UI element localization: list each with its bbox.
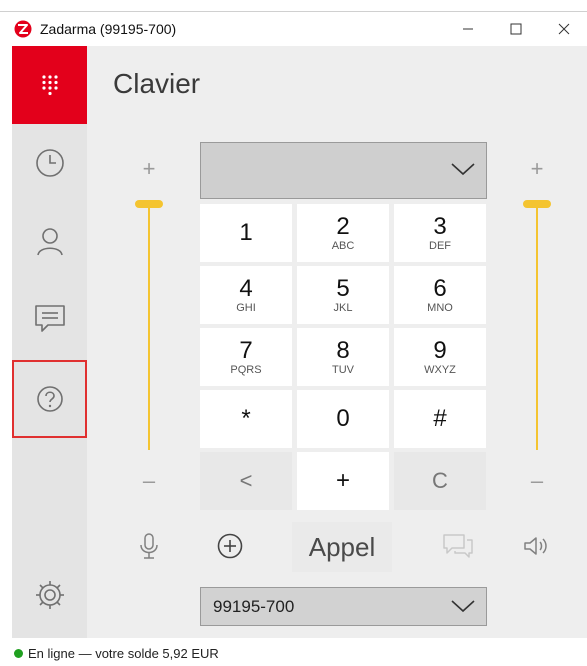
message-button[interactable]: [438, 526, 478, 566]
plus-key[interactable]: +: [297, 452, 389, 510]
chat-bubbles-icon: [443, 534, 473, 558]
microphone-button[interactable]: [129, 526, 169, 566]
key-digit: 8: [336, 336, 350, 364]
minimize-button[interactable]: [445, 12, 491, 46]
sidebar-item-settings[interactable]: [12, 556, 87, 634]
key-digit: 1: [239, 219, 253, 246]
key-0[interactable]: 0: [297, 390, 389, 448]
key-digit: *: [241, 405, 251, 432]
key-digit: 7: [239, 336, 253, 364]
sidebar-item-contacts[interactable]: [12, 202, 87, 280]
key-letters: TUV: [332, 363, 354, 376]
maximize-button[interactable]: [493, 12, 539, 46]
key-star[interactable]: *: [200, 390, 292, 448]
speaker-button[interactable]: [517, 526, 557, 566]
sidebar-item-keypad[interactable]: [12, 46, 87, 124]
key-2[interactable]: 2 ABC: [297, 204, 389, 262]
keypad-icon: [41, 75, 58, 96]
add-call-button[interactable]: [210, 526, 250, 566]
key-digit: 9: [433, 336, 447, 364]
person-icon: [36, 228, 63, 256]
key-digit: 6: [433, 274, 447, 302]
app-window: Clavier + – + – 1 2 ABC 3 DEF 4 GHI 5 JKL 6M…: [12, 46, 587, 638]
caller-id-value: 99195-700: [213, 597, 295, 616]
sidebar-item-messages[interactable]: [12, 280, 87, 358]
key-letters: ABC: [331, 239, 355, 252]
clear-button[interactable]: C: [394, 452, 486, 510]
maximize-icon: [510, 23, 522, 35]
right-volume-handle[interactable]: [523, 200, 551, 208]
online-status-dot: [14, 649, 23, 658]
chat-icon: [34, 305, 65, 332]
add-circle-icon: [217, 533, 243, 559]
sidebar-item-help[interactable]: [12, 360, 87, 438]
backspace-label: <: [239, 468, 253, 493]
left-volume-track[interactable]: [148, 204, 150, 450]
minimize-icon: [463, 28, 473, 30]
key-digit: 5: [336, 274, 350, 302]
key-letters: MNO: [427, 301, 453, 314]
key-letters: PQRS: [230, 363, 262, 376]
gear-icon: [35, 581, 64, 609]
chevron-down-icon: [451, 163, 475, 176]
key-4[interactable]: 4 GHI: [200, 266, 292, 324]
key-digit: 0: [336, 405, 350, 432]
close-icon: [558, 23, 570, 35]
status-text: En ligne — votre solde 5,92 EUR: [28, 646, 219, 661]
status-bar: En ligne — votre solde 5,92 EUR: [14, 646, 219, 661]
left-volume-minus-button[interactable]: –: [129, 468, 169, 494]
key-letters: JKL: [333, 301, 353, 314]
window-title: Zadarma (99195-700): [40, 21, 177, 37]
close-button[interactable]: [541, 12, 587, 46]
backspace-button[interactable]: <: [200, 452, 292, 510]
key-8[interactable]: 8 TUV: [297, 328, 389, 386]
key-1[interactable]: 1: [200, 204, 292, 262]
key-digit: #: [433, 405, 447, 432]
microphone-icon: [140, 533, 158, 559]
call-button[interactable]: Appel: [292, 522, 392, 572]
key-letters: DEF: [429, 239, 451, 252]
key-letters: WXYZ: [424, 363, 456, 376]
sidebar-item-history[interactable]: [12, 124, 87, 202]
right-volume-minus-button[interactable]: –: [517, 468, 557, 494]
key-5[interactable]: 5 JKL: [297, 266, 389, 324]
key-digit: 3: [433, 212, 447, 240]
key-3[interactable]: 3 DEF: [394, 204, 486, 262]
chevron-down-icon: [451, 600, 475, 613]
speaker-icon: [524, 537, 547, 555]
key-digit: 4: [239, 274, 253, 302]
clock-icon: [35, 149, 64, 177]
key-7[interactable]: 7 PQRS: [200, 328, 292, 386]
key-9[interactable]: 9 WXYZ: [394, 328, 486, 386]
title-bar: Zadarma (99195-700): [0, 12, 587, 46]
top-strip: [0, 0, 587, 12]
right-volume-plus-button[interactable]: +: [517, 156, 557, 182]
caller-id-dropdown[interactable]: 99195-700: [200, 587, 487, 626]
dial-number-dropdown[interactable]: [200, 142, 487, 199]
question-icon: [36, 386, 63, 412]
left-volume-plus-button[interactable]: +: [129, 156, 169, 182]
key-hash[interactable]: #: [394, 390, 486, 448]
key-letters: GHI: [236, 301, 256, 314]
right-volume-track[interactable]: [536, 204, 538, 450]
clear-label: C: [432, 468, 448, 493]
key-digit: 2: [336, 212, 350, 240]
sidebar: [12, 46, 87, 638]
plus-label: +: [335, 467, 350, 494]
left-volume-handle[interactable]: [135, 200, 163, 208]
key-6[interactable]: 6 MNO: [394, 266, 486, 324]
page-title: Clavier: [113, 68, 201, 99]
zadarma-logo-icon: [14, 20, 32, 38]
